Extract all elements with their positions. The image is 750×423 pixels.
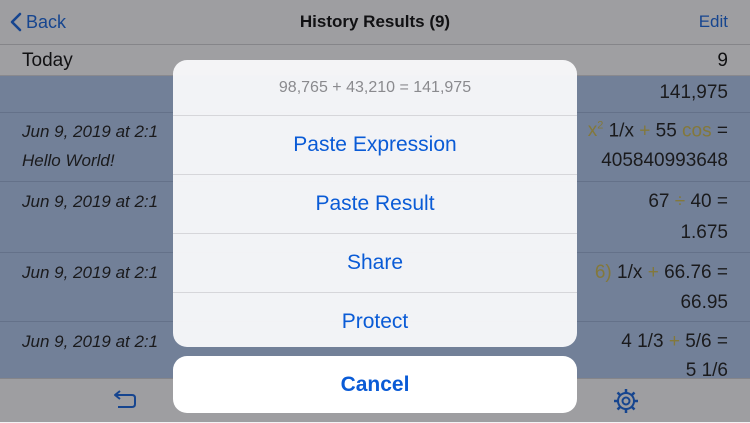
paste-result-button[interactable]: Paste Result <box>173 175 577 234</box>
paste-expression-button[interactable]: Paste Expression <box>173 116 577 175</box>
action-sheet: 98,765 + 43,210 = 141,975 Paste Expressi… <box>173 60 577 347</box>
action-sheet-title: 98,765 + 43,210 = 141,975 <box>173 60 577 116</box>
cancel-button[interactable]: Cancel <box>173 356 577 413</box>
share-button[interactable]: Share <box>173 234 577 293</box>
protect-button[interactable]: Protect <box>173 293 577 347</box>
